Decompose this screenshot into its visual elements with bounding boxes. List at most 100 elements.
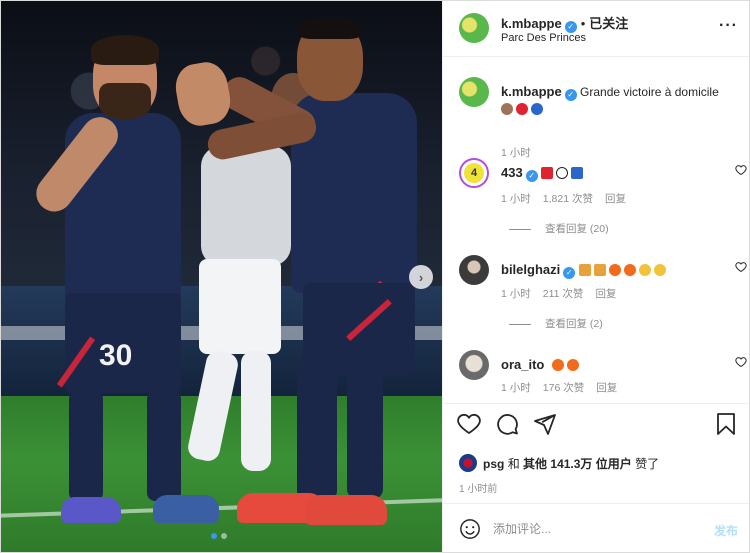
gift-emoji-icon: [578, 264, 591, 276]
caption-row: k.mbappe ✓ Grande victoire à domicile 1 小…: [459, 77, 739, 159]
separator-dot: •: [580, 16, 586, 31]
like-heart-icon[interactable]: [457, 412, 481, 436]
likes-count: 141.3万: [550, 457, 593, 471]
caption-body: k.mbappe ✓ Grande victoire à domicile: [501, 83, 729, 118]
post-side-panel: k.mbappe ✓ • 已关注 Parc Des Princes ··· k.mba…: [442, 1, 749, 552]
view-replies-button[interactable]: 查看回复 (20): [509, 221, 609, 236]
player-right-leg: [297, 369, 337, 501]
view-replies-button[interactable]: 查看回复 (2): [509, 316, 603, 331]
like-comment-heart-icon[interactable]: [735, 356, 747, 368]
background-player-shirt: [201, 146, 291, 266]
commenter-avatar[interactable]: [459, 255, 489, 285]
reply-button[interactable]: 回复: [595, 288, 616, 300]
post-header: k.mbappe ✓ • 已关注 Parc Des Princes ···: [443, 1, 749, 57]
next-image-button[interactable]: ›: [409, 265, 433, 289]
comment-time: 1 小时: [501, 193, 531, 205]
comment-meta: 1 小时 176 次赞 回复: [501, 380, 629, 395]
commenter-avatar[interactable]: 4: [459, 158, 489, 188]
player-30-boot: [153, 495, 219, 523]
instagram-post-view: 30 › k.mbappe ✓ • 已关注 Parc Des Princes ·…: [0, 0, 750, 553]
player-30-leg: [147, 391, 181, 501]
player-right-boot: [305, 495, 387, 525]
commenter-username[interactable]: 433: [501, 165, 523, 180]
comment-time: 1 小时: [501, 288, 531, 300]
likes-others-link[interactable]: 其他 141.3万 位用户: [523, 457, 632, 471]
psg-avatar[interactable]: [459, 454, 477, 472]
likes-suffix: 位用户: [595, 457, 632, 471]
verified-badge-icon: ✓: [563, 267, 576, 279]
like-comment-heart-icon[interactable]: [735, 261, 747, 273]
add-comment-bar: 发布: [443, 503, 749, 552]
post-photo: 30 ›: [1, 1, 442, 552]
comment-likes[interactable]: 176 次赞: [543, 382, 584, 394]
likes-summary: psg 和 其他 141.3万 位用户 赞了: [459, 454, 659, 472]
comment-body: 433 ✓: [501, 164, 729, 182]
likes-and: 和: [507, 457, 520, 471]
comment-likes[interactable]: 1,821 次赞: [543, 193, 593, 205]
comment-meta: 1 小时 1,821 次赞 回复: [501, 191, 638, 206]
player-30-boot: [61, 497, 121, 523]
carousel-dot: [221, 533, 227, 539]
post-location[interactable]: Parc Des Princes: [501, 32, 586, 44]
fire-emoji-icon: [608, 264, 621, 276]
comment-likes[interactable]: 211 次赞: [543, 288, 584, 300]
caption-text: Grande victoire à domicile: [580, 85, 719, 99]
player-right-hair: [299, 17, 361, 39]
soccer-ball-emoji-icon: [556, 167, 569, 179]
like-comment-heart-icon[interactable]: [735, 164, 747, 176]
comment-input[interactable]: [493, 516, 693, 542]
author-avatar[interactable]: [459, 77, 489, 107]
post-comment-button[interactable]: 发布: [714, 522, 738, 539]
fist-emoji-icon: [501, 103, 513, 115]
follow-status-button[interactable]: 已关注: [589, 16, 628, 31]
background-player-leg: [241, 351, 271, 471]
post-time-ago[interactable]: 1 小时前: [459, 480, 497, 495]
likes-others: 其他: [523, 457, 548, 471]
liker-username[interactable]: psg: [483, 457, 504, 471]
verified-badge-icon: ✓: [525, 170, 538, 182]
bookmark-icon[interactable]: [714, 412, 738, 436]
clap-emoji-icon: [638, 264, 651, 276]
comment-bubble-icon[interactable]: [495, 412, 519, 436]
clap-emoji-icon: [653, 264, 666, 276]
fire-emoji-icon: [551, 359, 564, 371]
reply-button[interactable]: 回复: [605, 193, 626, 205]
blue-heart-emoji-icon: [571, 167, 584, 179]
reply-button[interactable]: 回复: [596, 382, 617, 394]
comment-meta: 1 小时 211 次赞 回复: [501, 286, 628, 301]
player-30-beard: [99, 83, 151, 119]
red-circle-emoji-icon: [516, 103, 528, 115]
player-right-leg: [347, 369, 383, 499]
player-30-leg: [69, 391, 103, 501]
more-options-icon[interactable]: ···: [719, 17, 738, 35]
commenter-avatar[interactable]: [459, 350, 489, 380]
chevron-right-icon: ›: [418, 269, 424, 285]
player-30-hair: [91, 35, 159, 65]
fire-emoji-icon: [566, 359, 579, 371]
view-replies-label: 查看回复 (2): [545, 318, 603, 330]
likes-verb: 赞了: [635, 457, 660, 471]
comment-row: ora_ito 1 小时 176 次赞 回复: [459, 350, 747, 403]
author-avatar[interactable]: [459, 13, 489, 43]
comment-body: bilelghazi ✓: [501, 261, 729, 279]
caption-username[interactable]: k.mbappe: [501, 84, 562, 99]
gift-emoji-icon: [593, 264, 606, 276]
share-paper-plane-icon[interactable]: [533, 412, 557, 436]
commenter-username[interactable]: ora_ito: [501, 357, 544, 372]
fire-emoji-icon: [623, 264, 636, 276]
blue-circle-emoji-icon: [531, 103, 543, 115]
comments-list[interactable]: k.mbappe ✓ Grande victoire à domicile 1 小…: [443, 57, 749, 403]
verified-badge-icon: ✓: [564, 89, 577, 101]
red-heart-emoji-icon: [541, 167, 554, 179]
avatar-label: 4: [464, 163, 484, 183]
comment-body: ora_ito: [501, 356, 729, 374]
view-replies-label: 查看回复 (20): [545, 223, 609, 235]
carousel-dots: [211, 533, 227, 539]
shirt-number-30: 30: [99, 339, 133, 372]
background-player-shorts: [199, 259, 281, 354]
author-line: k.mbappe ✓ • 已关注: [501, 13, 628, 33]
emoji-smiley-icon[interactable]: [459, 518, 481, 540]
commenter-username[interactable]: bilelghazi: [501, 262, 560, 277]
author-username[interactable]: k.mbappe: [501, 16, 562, 31]
carousel-dot-active: [211, 533, 217, 539]
